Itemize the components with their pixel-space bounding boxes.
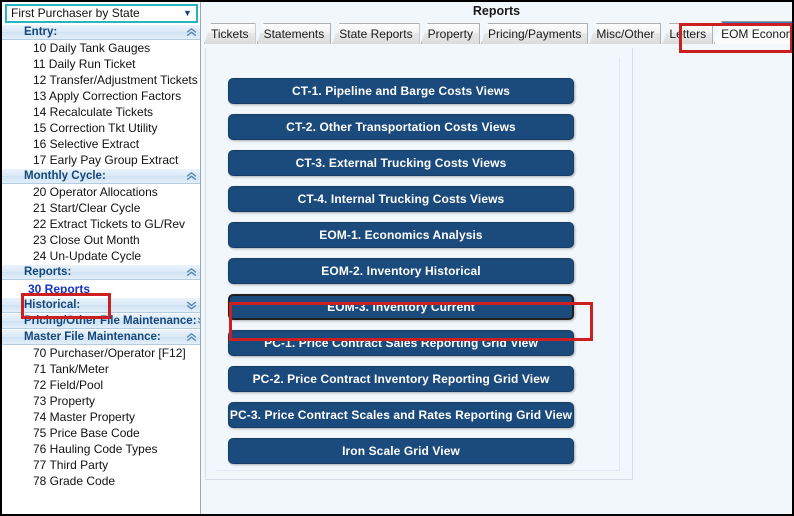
chevron-down-icon[interactable]: ▼ xyxy=(181,9,194,18)
sidebar-item[interactable]: 11 Daily Run Ticket xyxy=(2,56,200,72)
page-title-bar: Reports xyxy=(201,2,792,20)
tab-statements[interactable]: Statements xyxy=(256,23,332,44)
report-button[interactable]: PC-1. Price Contract Sales Reporting Gri… xyxy=(228,330,574,356)
module-selector-combobox[interactable]: First Purchaser by State ▼ xyxy=(5,4,198,23)
sidebar-item[interactable]: 76 Hauling Code Types xyxy=(2,441,200,457)
tab-state-reports[interactable]: State Reports xyxy=(332,23,420,44)
sidebar-section-label: Reports: xyxy=(24,266,72,278)
sidebar-link-row: 30 Reports xyxy=(2,280,200,297)
sidebar-section-header[interactable]: Monthly Cycle: xyxy=(2,168,200,184)
report-button-label: PC-2. Price Contract Inventory Reporting… xyxy=(252,372,550,386)
sidebar-item[interactable]: 15 Correction Tkt Utility xyxy=(2,120,200,136)
report-button-label: CT-1. Pipeline and Barge Costs Views xyxy=(291,84,511,98)
tab-property[interactable]: Property xyxy=(420,23,480,44)
report-button-label: EOM-2. Inventory Historical xyxy=(321,264,481,278)
report-button[interactable]: CT-4. Internal Trucking Costs Views xyxy=(228,186,574,212)
report-button-label: PC-1. Price Contract Sales Reporting Gri… xyxy=(264,336,538,350)
tab-label: Tickets xyxy=(211,27,249,41)
sidebar-section-header[interactable]: Entry: xyxy=(2,24,200,40)
module-selector-wrap: First Purchaser by State ▼ xyxy=(2,2,200,24)
report-button-label: Iron Scale Grid View xyxy=(342,444,460,458)
sidebar-section-label: Monthly Cycle: xyxy=(24,170,106,182)
sidebar-item[interactable]: 75 Price Base Code xyxy=(2,425,200,441)
sidebar-section-header[interactable]: Reports: xyxy=(2,264,200,280)
chevron-up-double-icon[interactable] xyxy=(185,171,197,181)
sidebar-item[interactable]: 72 Field/Pool xyxy=(2,377,200,393)
report-button[interactable]: EOM-3. Inventory Current xyxy=(228,294,574,320)
report-button-label: PC-3. Price Contract Scales and Rates Re… xyxy=(229,408,573,422)
sidebar-item[interactable]: 16 Selective Extract xyxy=(2,136,200,152)
tab-label: Pricing/Payments xyxy=(488,27,582,41)
sidebar-item[interactable]: 74 Master Property xyxy=(2,409,200,425)
tab-label: EOM Economics xyxy=(721,27,792,41)
sidebar-item[interactable]: 14 Recalculate Tickets xyxy=(2,104,200,120)
report-button[interactable]: CT-1. Pipeline and Barge Costs Views xyxy=(228,78,574,104)
tab-label: Misc/Other xyxy=(596,27,655,41)
sidebar-section-header[interactable]: Pricing/Other File Maintenance: xyxy=(2,313,200,329)
sidebar-item[interactable]: 70 Purchaser/Operator [F12] xyxy=(2,345,200,361)
tab-label: Letters xyxy=(669,27,707,41)
sidebar-item[interactable]: 13 Apply Correction Factors xyxy=(2,88,200,104)
sidebar-item-reports-link[interactable]: 30 Reports xyxy=(28,282,90,296)
sidebar-section-label: Master File Maintenance: xyxy=(24,331,161,343)
sidebar-item[interactable]: 24 Un-Update Cycle xyxy=(2,248,200,264)
report-panel-outer: CT-1. Pipeline and Barge Costs Views CT-2… xyxy=(205,48,633,480)
report-button-label: CT-4. Internal Trucking Costs Views xyxy=(297,192,505,206)
navigation-sidebar: First Purchaser by State ▼ Entry: 10 Dail… xyxy=(2,2,201,514)
report-button-label: EOM-1. Economics Analysis xyxy=(319,228,483,242)
report-button-label: EOM-3. Inventory Current xyxy=(327,300,475,314)
report-button[interactable]: EOM-2. Inventory Historical xyxy=(228,258,574,284)
sidebar-section-header[interactable]: Master File Maintenance: xyxy=(2,329,200,345)
report-button[interactable]: CT-3. External Trucking Costs Views xyxy=(228,150,574,176)
sidebar-item[interactable]: 21 Start/Clear Cycle xyxy=(2,200,200,216)
navigation-accordion: Entry: 10 Daily Tank Gauges 11 Daily Run T… xyxy=(2,24,200,514)
sidebar-section-label: Entry: xyxy=(24,26,58,38)
report-button[interactable]: PC-3. Price Contract Scales and Rates Re… xyxy=(228,402,574,428)
sidebar-item[interactable]: 12 Transfer/Adjustment Tickets xyxy=(2,72,200,88)
right-pane: Reports Tickets Statements State Reports Pr… xyxy=(201,2,792,514)
tab-label: Property xyxy=(427,27,473,41)
sidebar-item[interactable]: 78 Grade Code xyxy=(2,473,200,489)
sidebar-item[interactable]: 71 Tank/Meter xyxy=(2,361,200,377)
report-button-list: CT-1. Pipeline and Barge Costs Views CT-2… xyxy=(228,78,600,464)
tab-pricing-payments[interactable]: Pricing/Payments xyxy=(481,23,589,44)
page-title: Reports xyxy=(472,4,521,18)
sidebar-item[interactable]: 73 Property xyxy=(2,393,200,409)
report-button-label: CT-2. Other Transportation Costs Views xyxy=(286,120,516,134)
module-selector-value: First Purchaser by State xyxy=(11,6,140,20)
sidebar-item[interactable]: 10 Daily Tank Gauges xyxy=(2,40,200,56)
chevron-up-double-icon[interactable] xyxy=(185,27,197,37)
report-button[interactable]: EOM-1. Economics Analysis xyxy=(228,222,574,248)
tab-label: Statements xyxy=(263,27,325,41)
sidebar-section-header[interactable]: Historical: xyxy=(2,297,200,313)
tab-eom-economics[interactable]: EOM Economics xyxy=(714,21,792,44)
report-button[interactable]: Iron Scale Grid View xyxy=(228,438,574,464)
application-window: First Purchaser by State ▼ Entry: 10 Dail… xyxy=(0,0,794,516)
tab-label: State Reports xyxy=(339,27,413,41)
report-button[interactable]: CT-2. Other Transportation Costs Views xyxy=(228,114,574,140)
report-button[interactable]: PC-2. Price Contract Inventory Reporting… xyxy=(228,366,574,392)
tab-tickets[interactable]: Tickets xyxy=(204,23,256,44)
sidebar-item[interactable]: 23 Close Out Month xyxy=(2,232,200,248)
sidebar-item[interactable]: 77 Third Party xyxy=(2,457,200,473)
tab-strip: Tickets Statements State Reports Property Pr… xyxy=(201,20,792,44)
tab-misc-other[interactable]: Misc/Other xyxy=(589,23,662,44)
chevron-up-double-icon[interactable] xyxy=(185,267,197,277)
content-area: CT-1. Pipeline and Barge Costs Views CT-2… xyxy=(201,44,792,514)
chevron-up-double-icon[interactable] xyxy=(185,332,197,342)
sidebar-section-label: Pricing/Other File Maintenance: xyxy=(24,315,197,327)
sidebar-item[interactable]: 17 Early Pay Group Extract xyxy=(2,152,200,168)
sidebar-item[interactable]: 20 Operator Allocations xyxy=(2,184,200,200)
chevron-down-double-icon[interactable] xyxy=(197,316,200,326)
chevron-down-double-icon[interactable] xyxy=(185,300,197,310)
sidebar-section-label: Historical: xyxy=(24,299,81,311)
sidebar-item[interactable]: 22 Extract Tickets to GL/Rev xyxy=(2,216,200,232)
tab-letters[interactable]: Letters xyxy=(662,23,714,44)
report-button-label: CT-3. External Trucking Costs Views xyxy=(295,156,507,170)
